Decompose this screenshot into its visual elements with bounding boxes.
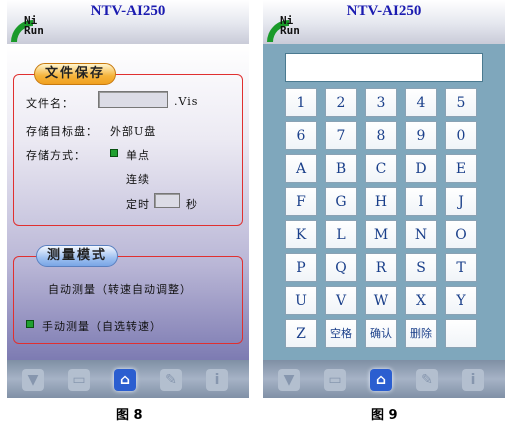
key-19[interactable]: J xyxy=(445,187,477,216)
key-20[interactable]: K xyxy=(285,220,317,249)
key-6[interactable]: 7 xyxy=(325,121,357,150)
key-38[interactable]: 删除 xyxy=(405,319,437,348)
input-display[interactable] xyxy=(285,53,483,82)
key-33[interactable]: X xyxy=(405,286,437,315)
timed-seconds-input[interactable] xyxy=(154,193,180,208)
nirun-logo: Ni Run xyxy=(11,14,71,42)
key-27[interactable]: R xyxy=(365,253,397,282)
key-31[interactable]: V xyxy=(325,286,357,315)
key-22[interactable]: M xyxy=(365,220,397,249)
file-save-screen: NTV-AI250 Ni Run 文件保存 文件名： .Vis 存储目标盘： 外… xyxy=(7,0,249,398)
measure-mode-title: 测量模式 xyxy=(36,245,119,267)
key-13[interactable]: D xyxy=(405,154,437,183)
seconds-unit: 秒 xyxy=(186,198,198,211)
key-11[interactable]: B xyxy=(325,154,357,183)
storage-mode-label: 存储方式： xyxy=(26,149,86,162)
key-15[interactable]: F xyxy=(285,187,317,216)
key-23[interactable]: N xyxy=(405,220,437,249)
key-34[interactable]: Y xyxy=(445,286,477,315)
figure-8-caption: 图 8 xyxy=(116,408,143,423)
key-24[interactable]: O xyxy=(445,220,477,249)
key-35[interactable]: Z xyxy=(285,319,317,348)
bottom-toolbar: ▼ ▭ ⌂ ✎ i xyxy=(263,360,505,398)
key-9[interactable]: 0 xyxy=(445,121,477,150)
logo-text: Ni Run xyxy=(24,14,44,37)
key-21[interactable]: L xyxy=(325,220,357,249)
key-30[interactable]: U xyxy=(285,286,317,315)
monitor-icon[interactable]: ▭ xyxy=(324,369,346,391)
filename-input[interactable] xyxy=(98,91,168,108)
filename-label: 文件名： xyxy=(26,97,74,110)
key-1[interactable]: 2 xyxy=(325,88,357,117)
key-2[interactable]: 3 xyxy=(365,88,397,117)
key-blank[interactable] xyxy=(445,319,477,348)
target-disk-label: 存储目标盘： xyxy=(26,125,98,138)
info-icon[interactable]: i xyxy=(206,369,228,391)
key-25[interactable]: P xyxy=(285,253,317,282)
settings-panel: 文件保存 文件名： .Vis 存储目标盘： 外部U盘 存储方式： 单点 连续 定… xyxy=(7,44,249,360)
shirt-icon[interactable]: ▼ xyxy=(278,369,300,391)
wrench-icon[interactable]: ✎ xyxy=(416,369,438,391)
home-icon[interactable]: ⌂ xyxy=(114,369,136,391)
single-point-radio[interactable] xyxy=(110,149,118,157)
info-icon[interactable]: i xyxy=(462,369,484,391)
home-icon[interactable]: ⌂ xyxy=(370,369,392,391)
manual-measure-option[interactable]: 手动测量（自选转速） xyxy=(42,318,162,334)
logo-text: Ni Run xyxy=(280,14,300,37)
key-18[interactable]: I xyxy=(405,187,437,216)
filename-extension: .Vis xyxy=(174,95,199,108)
wrench-icon[interactable]: ✎ xyxy=(160,369,182,391)
figure-9-caption: 图 9 xyxy=(371,408,398,423)
shirt-icon[interactable]: ▼ xyxy=(22,369,44,391)
manual-measure-radio[interactable] xyxy=(26,320,34,328)
measure-mode-section: 测量模式 自动测量（转速自动调整） 手动测量（自选转速） xyxy=(13,245,243,344)
continuous-option[interactable]: 连续 xyxy=(126,171,150,187)
key-16[interactable]: G xyxy=(325,187,357,216)
key-32[interactable]: W xyxy=(365,286,397,315)
target-disk-value: 外部U盘 xyxy=(110,125,157,138)
file-save-section: 文件保存 文件名： .Vis 存储目标盘： 外部U盘 存储方式： 单点 连续 定… xyxy=(13,63,243,226)
auto-measure-option[interactable]: 自动测量（转速自动调整） xyxy=(48,281,192,297)
key-7[interactable]: 8 xyxy=(365,121,397,150)
file-save-title: 文件保存 xyxy=(34,63,117,85)
key-5[interactable]: 6 xyxy=(285,121,317,150)
monitor-icon[interactable]: ▭ xyxy=(68,369,90,391)
key-8[interactable]: 9 xyxy=(405,121,437,150)
bottom-toolbar: ▼ ▭ ⌂ ✎ i xyxy=(7,360,249,398)
nirun-logo: Ni Run xyxy=(267,14,327,42)
keyboard-panel: 1 2 3 4 5 6 7 8 9 0 A B C D E F G H I J K L M N O P Q R S T U V W X Y Z 空格 确认… xyxy=(263,44,505,360)
key-17[interactable]: H xyxy=(365,187,397,216)
key-37[interactable]: 确认 xyxy=(365,319,397,348)
key-3[interactable]: 4 xyxy=(405,88,437,117)
key-12[interactable]: C xyxy=(365,154,397,183)
timed-option[interactable]: 定时 xyxy=(126,196,150,212)
keyboard-screen: NTV-AI250 Ni Run 12345 67890 ABCDE FGHIJ KLM… xyxy=(263,0,505,398)
key-10[interactable]: A xyxy=(285,154,317,183)
key-0[interactable]: 1 xyxy=(285,88,317,117)
key-14[interactable]: E xyxy=(445,154,477,183)
single-point-label: 单点 xyxy=(126,149,150,162)
key-28[interactable]: S xyxy=(405,253,437,282)
key-26[interactable]: Q xyxy=(325,253,357,282)
key-29[interactable]: T xyxy=(445,253,477,282)
key-36[interactable]: 空格 xyxy=(325,319,357,348)
header-bar: NTV-AI250 Ni Run xyxy=(263,0,505,44)
key-4[interactable]: 5 xyxy=(445,88,477,117)
header-bar: NTV-AI250 Ni Run xyxy=(7,0,249,44)
